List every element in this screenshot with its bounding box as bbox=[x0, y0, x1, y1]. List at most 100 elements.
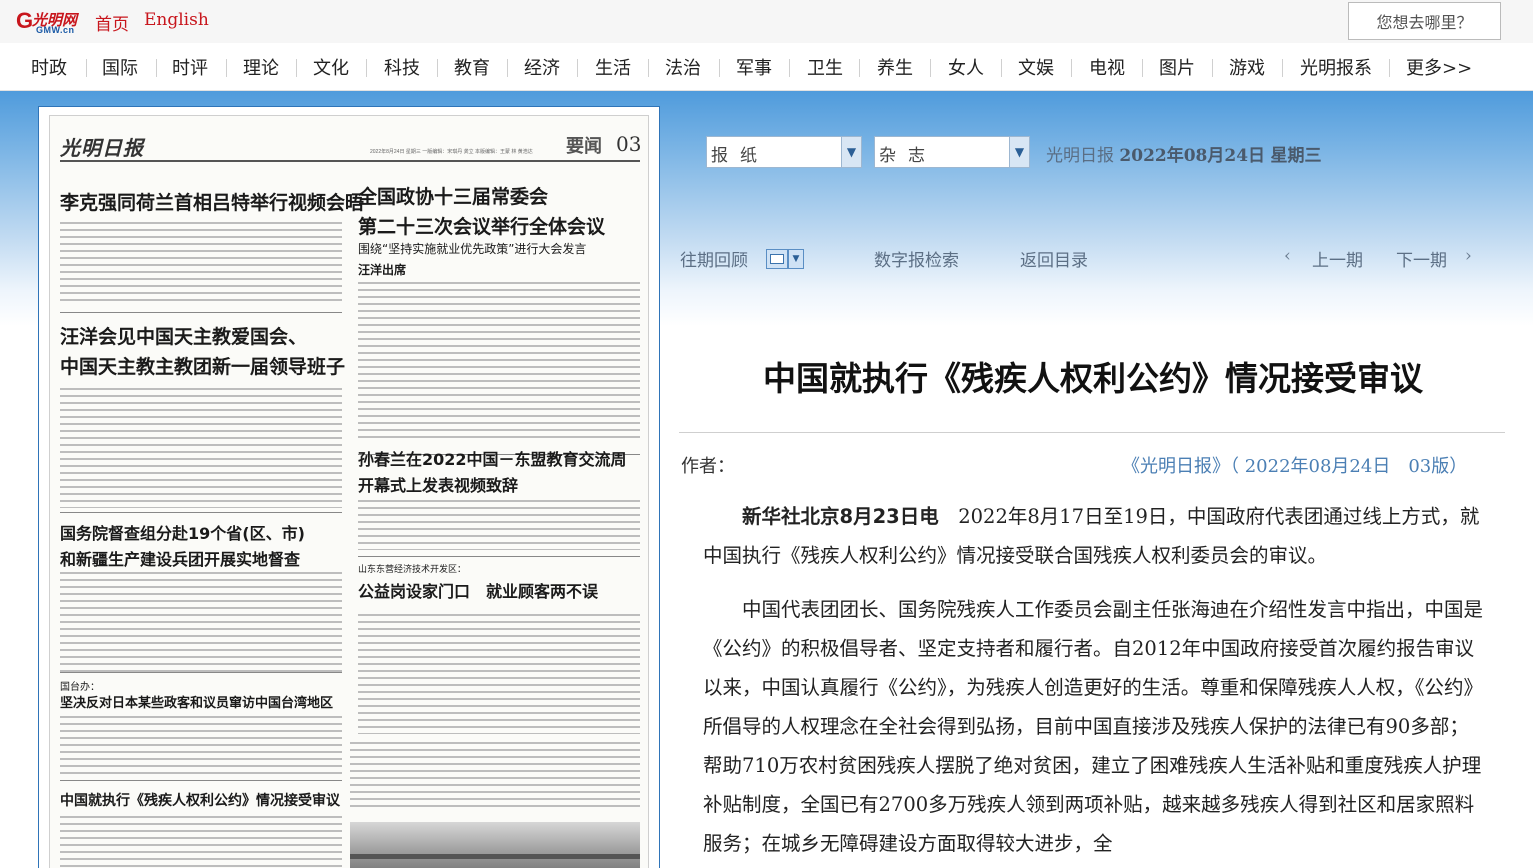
story-text-block bbox=[60, 572, 342, 672]
previous-issue-link[interactable]: 上一期 bbox=[1312, 246, 1363, 271]
nav-separator bbox=[1071, 59, 1072, 77]
chevron-down-icon: ▼ bbox=[1009, 137, 1029, 167]
story-text-block bbox=[358, 500, 640, 550]
article-source[interactable]: 《光明日报》（ 2022年08月24日 03版） bbox=[1122, 452, 1467, 478]
newspaper-select[interactable]: 报纸 ▼ bbox=[706, 136, 862, 168]
nav-item-tech[interactable]: 科技 bbox=[384, 54, 420, 80]
nav-separator bbox=[156, 59, 157, 77]
nav-item-gmdaily-group[interactable]: 光明报系 bbox=[1300, 54, 1372, 80]
nav-item-wellness[interactable]: 养生 bbox=[877, 54, 913, 80]
nav-separator bbox=[648, 59, 649, 77]
headline-dongying[interactable]: 公益岗设家门口 就业顾客两不误 bbox=[358, 578, 598, 602]
kicker-taiwan-office: 国台办： bbox=[60, 682, 100, 693]
nav-separator bbox=[507, 59, 508, 77]
site-logo[interactable]: G 光明网 GMW.cn bbox=[16, 8, 84, 35]
nav-item-pictures[interactable]: 图片 bbox=[1159, 54, 1195, 80]
issue-date-line: 光明日报 2022年08月24日 星期三 bbox=[1046, 141, 1321, 166]
story-text-block bbox=[350, 742, 640, 812]
column-rule bbox=[358, 556, 640, 557]
calendar-icon-face bbox=[770, 254, 784, 264]
digital-search-link[interactable]: 数字报检索 bbox=[874, 246, 959, 271]
magazine-select-value: 杂志 bbox=[879, 146, 937, 166]
newspaper-select-value: 报纸 bbox=[711, 146, 769, 166]
story-text-block bbox=[358, 614, 640, 734]
nav-item-health[interactable]: 卫生 bbox=[807, 54, 843, 80]
column-rule bbox=[60, 512, 342, 513]
nav-item-games[interactable]: 游戏 bbox=[1229, 54, 1265, 80]
nav-separator bbox=[1001, 59, 1002, 77]
nav-separator bbox=[366, 59, 367, 77]
article-paragraph: 中国代表团团长、国务院残疾人工作委员会副主任张海迪在介绍性发言中指出，中国是《公… bbox=[703, 598, 1484, 855]
nav-item-economy[interactable]: 经济 bbox=[524, 54, 560, 80]
nav-separator bbox=[437, 59, 438, 77]
headline-wang-yang-a[interactable]: 汪洋会见中国天主教爱国会、 bbox=[60, 322, 307, 349]
chevron-down-icon: ▼ bbox=[841, 137, 861, 167]
headline-disability-review[interactable]: 中国就执行《残疾人权利公约》情况接受审议 bbox=[60, 790, 340, 810]
magazine-select[interactable]: 杂志 ▼ bbox=[874, 136, 1030, 168]
author-label: 作者： bbox=[681, 456, 735, 477]
article-paragraph: 新华社北京8月23日电 2022年8月17日至19日，中国政府代表团通过线上方式… bbox=[703, 497, 1486, 575]
nav-separator bbox=[86, 59, 87, 77]
nav-separator bbox=[296, 59, 297, 77]
logo-mark: G bbox=[16, 8, 34, 33]
nav-item-life[interactable]: 生活 bbox=[595, 54, 631, 80]
headline-wang-yang-b[interactable]: 中国天主教主教团新一届领导班子 bbox=[60, 352, 345, 379]
nav-item-theory[interactable]: 理论 bbox=[243, 54, 279, 80]
nav-separator bbox=[719, 59, 720, 77]
headline-sun-chunlan-b[interactable]: 开幕式上发表视频致辞 bbox=[358, 472, 518, 496]
title-divider bbox=[679, 432, 1505, 433]
column-rule bbox=[60, 312, 342, 313]
column-rule bbox=[60, 780, 342, 781]
masthead-meta: 2022年8月24日 星期三 一版编辑：宋琪丹 龚立 本版编辑：王蒙 林 黄浩达 bbox=[370, 149, 533, 155]
nav-separator bbox=[1282, 59, 1283, 77]
story-text-block bbox=[358, 282, 640, 442]
nav-separator bbox=[577, 59, 578, 77]
nav-item-women[interactable]: 女人 bbox=[948, 54, 984, 80]
home-link[interactable]: 首页 bbox=[95, 10, 129, 35]
column-rule bbox=[60, 672, 342, 673]
nav-item-culture[interactable]: 文化 bbox=[313, 54, 349, 80]
nav-item-tv[interactable]: 电视 bbox=[1089, 54, 1125, 80]
subheadline-cppcc: 围绕“坚持实施就业优先政策”进行大会发言 bbox=[358, 242, 587, 256]
calendar-icon[interactable] bbox=[766, 249, 788, 269]
story-text-block bbox=[60, 816, 342, 868]
subheadline-cppcc-2: 汪洋出席 bbox=[358, 263, 407, 277]
headline-cppcc-b[interactable]: 第二十三次会议举行全体会议 bbox=[358, 212, 605, 239]
back-to-contents-link[interactable]: 返回目录 bbox=[1020, 246, 1088, 271]
issue-weekday: 星期三 bbox=[1270, 146, 1322, 166]
nav-item-entertainment[interactable]: 文娱 bbox=[1018, 54, 1054, 80]
english-link[interactable]: English bbox=[144, 10, 209, 30]
nav-item-international[interactable]: 国际 bbox=[102, 54, 138, 80]
headline-state-council-a[interactable]: 国务院督查组分赴19个省(区、市) bbox=[60, 520, 305, 544]
headline-taiwan-office[interactable]: 坚决反对日本某些政客和议员窜访中国台湾地区 bbox=[60, 692, 333, 711]
page-number: 03 bbox=[616, 132, 642, 156]
headline-li-keqiang[interactable]: 李克强同荷兰首相吕特举行视频会晤 bbox=[60, 188, 364, 215]
site-search-box[interactable]: 您想去哪里？ bbox=[1348, 2, 1501, 40]
nav-item-education[interactable]: 教育 bbox=[454, 54, 490, 80]
nav-separator bbox=[226, 59, 227, 77]
chevron-down-icon[interactable]: ▼ bbox=[788, 249, 804, 269]
nav-item-more[interactable]: 更多>> bbox=[1406, 54, 1472, 80]
logo-text-en: GMW.cn bbox=[36, 25, 75, 35]
top-bar: G 光明网 GMW.cn 首页 English 您想去哪里？ bbox=[0, 0, 1533, 43]
story-text-block bbox=[60, 222, 342, 302]
nav-separator bbox=[1142, 59, 1143, 77]
headline-state-council-b[interactable]: 和新疆生产建设兵团开展实地督查 bbox=[60, 546, 300, 570]
headline-cppcc-a[interactable]: 全国政协十三届常委会 bbox=[358, 182, 548, 209]
nav-item-law[interactable]: 法治 bbox=[665, 54, 701, 80]
photo-horizon bbox=[350, 854, 640, 859]
news-photo[interactable] bbox=[350, 822, 640, 868]
archive-link[interactable]: 往期回顾 bbox=[680, 246, 748, 271]
nav-item-commentary[interactable]: 时评 bbox=[172, 54, 208, 80]
nav-item-military[interactable]: 军事 bbox=[736, 54, 772, 80]
chevron-left-icon[interactable]: ‹ bbox=[1284, 246, 1291, 266]
story-text-block bbox=[60, 388, 342, 508]
nav-item-politics[interactable]: 时政 bbox=[31, 54, 67, 80]
newspaper-page-image[interactable]: 光明日报 2022年8月24日 星期三 一版编辑：宋琪丹 龚立 本版编辑：王蒙 … bbox=[49, 115, 649, 868]
next-issue-link[interactable]: 下一期 bbox=[1396, 246, 1447, 271]
nav-separator bbox=[1389, 59, 1390, 77]
headline-sun-chunlan-a[interactable]: 孙春兰在2022中国－东盟教育交流周 bbox=[358, 446, 627, 470]
nav-separator bbox=[859, 59, 860, 77]
kicker-dongying: 山东东营经济技术开发区： bbox=[358, 565, 467, 575]
chevron-right-icon[interactable]: › bbox=[1465, 246, 1472, 266]
